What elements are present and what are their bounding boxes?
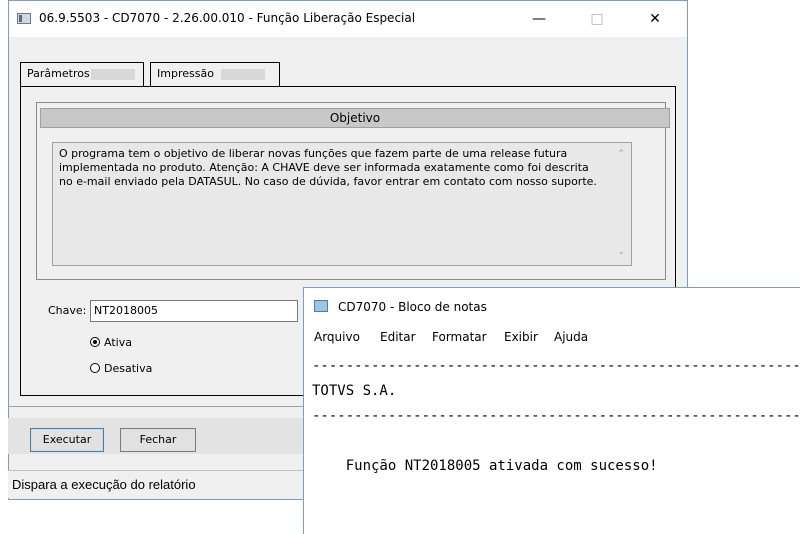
- radio-desativa-icon: [90, 363, 100, 373]
- chave-input[interactable]: NT2018005: [90, 300, 298, 322]
- menu-arquivo[interactable]: Arquivo: [314, 330, 360, 344]
- maximize-button[interactable]: □: [575, 7, 619, 31]
- menu-formatar[interactable]: Formatar: [432, 330, 487, 344]
- executar-button[interactable]: Executar: [30, 428, 104, 452]
- chave-label: Chave:: [48, 304, 87, 317]
- notepad-line: [312, 429, 800, 454]
- scroll-up-icon[interactable]: ⌃: [617, 147, 625, 161]
- objective-text-area[interactable]: O programa tem o objetivo de liberar nov…: [52, 142, 632, 266]
- notepad-line: TOTVS S.A.: [312, 383, 397, 399]
- notepad-line: Função NT2018005 ativada com sucesso!: [312, 458, 658, 474]
- window-title: 06.9.5503 - CD7070 - 2.26.00.010 - Funçã…: [39, 11, 416, 25]
- menu-editar[interactable]: Editar: [380, 330, 416, 344]
- tab-impressao-label: Impressão: [157, 67, 214, 80]
- menu-ajuda[interactable]: Ajuda: [554, 330, 588, 344]
- close-button[interactable]: ✕: [633, 7, 677, 31]
- scroll-down-icon[interactable]: ⌄: [617, 245, 625, 259]
- notepad-line: ----------------------------------------…: [312, 358, 800, 374]
- app-icon: [17, 13, 31, 24]
- objective-header: Objetivo: [40, 108, 670, 128]
- fechar-button[interactable]: Fechar: [120, 428, 196, 452]
- notepad-icon: [314, 300, 328, 312]
- objective-text: O programa tem o objetivo de liberar nov…: [59, 147, 597, 188]
- radio-desativa[interactable]: Desativa: [90, 360, 190, 376]
- tab-parametros-label: Parâmetros: [27, 67, 90, 80]
- notepad-text-area[interactable]: ----------------------------------------…: [312, 354, 800, 479]
- title-bar: 06.9.5503 - CD7070 - 2.26.00.010 - Funçã…: [9, 1, 687, 37]
- tab-impressao[interactable]: Impressão: [150, 62, 280, 86]
- tab-impressao-bar: [221, 69, 265, 80]
- radio-ativa-selected-icon: [90, 337, 100, 347]
- notepad-title-bar: CD7070 - Bloco de notas: [304, 288, 800, 324]
- radio-ativa-label: Ativa: [104, 335, 132, 349]
- notepad-line: ----------------------------------------…: [312, 408, 800, 424]
- menu-exibir[interactable]: Exibir: [504, 330, 538, 344]
- radio-desativa-label: Desativa: [104, 361, 153, 375]
- notepad-title: CD7070 - Bloco de notas: [338, 300, 487, 314]
- notepad-menu-bar: Arquivo Editar Formatar Exibir Ajuda: [304, 328, 800, 350]
- tab-parametros-bar: [91, 69, 135, 80]
- notepad-window: CD7070 - Bloco de notas Arquivo Editar F…: [303, 287, 800, 534]
- minimize-button[interactable]: —: [517, 7, 561, 31]
- radio-ativa[interactable]: Ativa: [90, 334, 190, 350]
- tab-parametros[interactable]: Parâmetros: [20, 62, 144, 86]
